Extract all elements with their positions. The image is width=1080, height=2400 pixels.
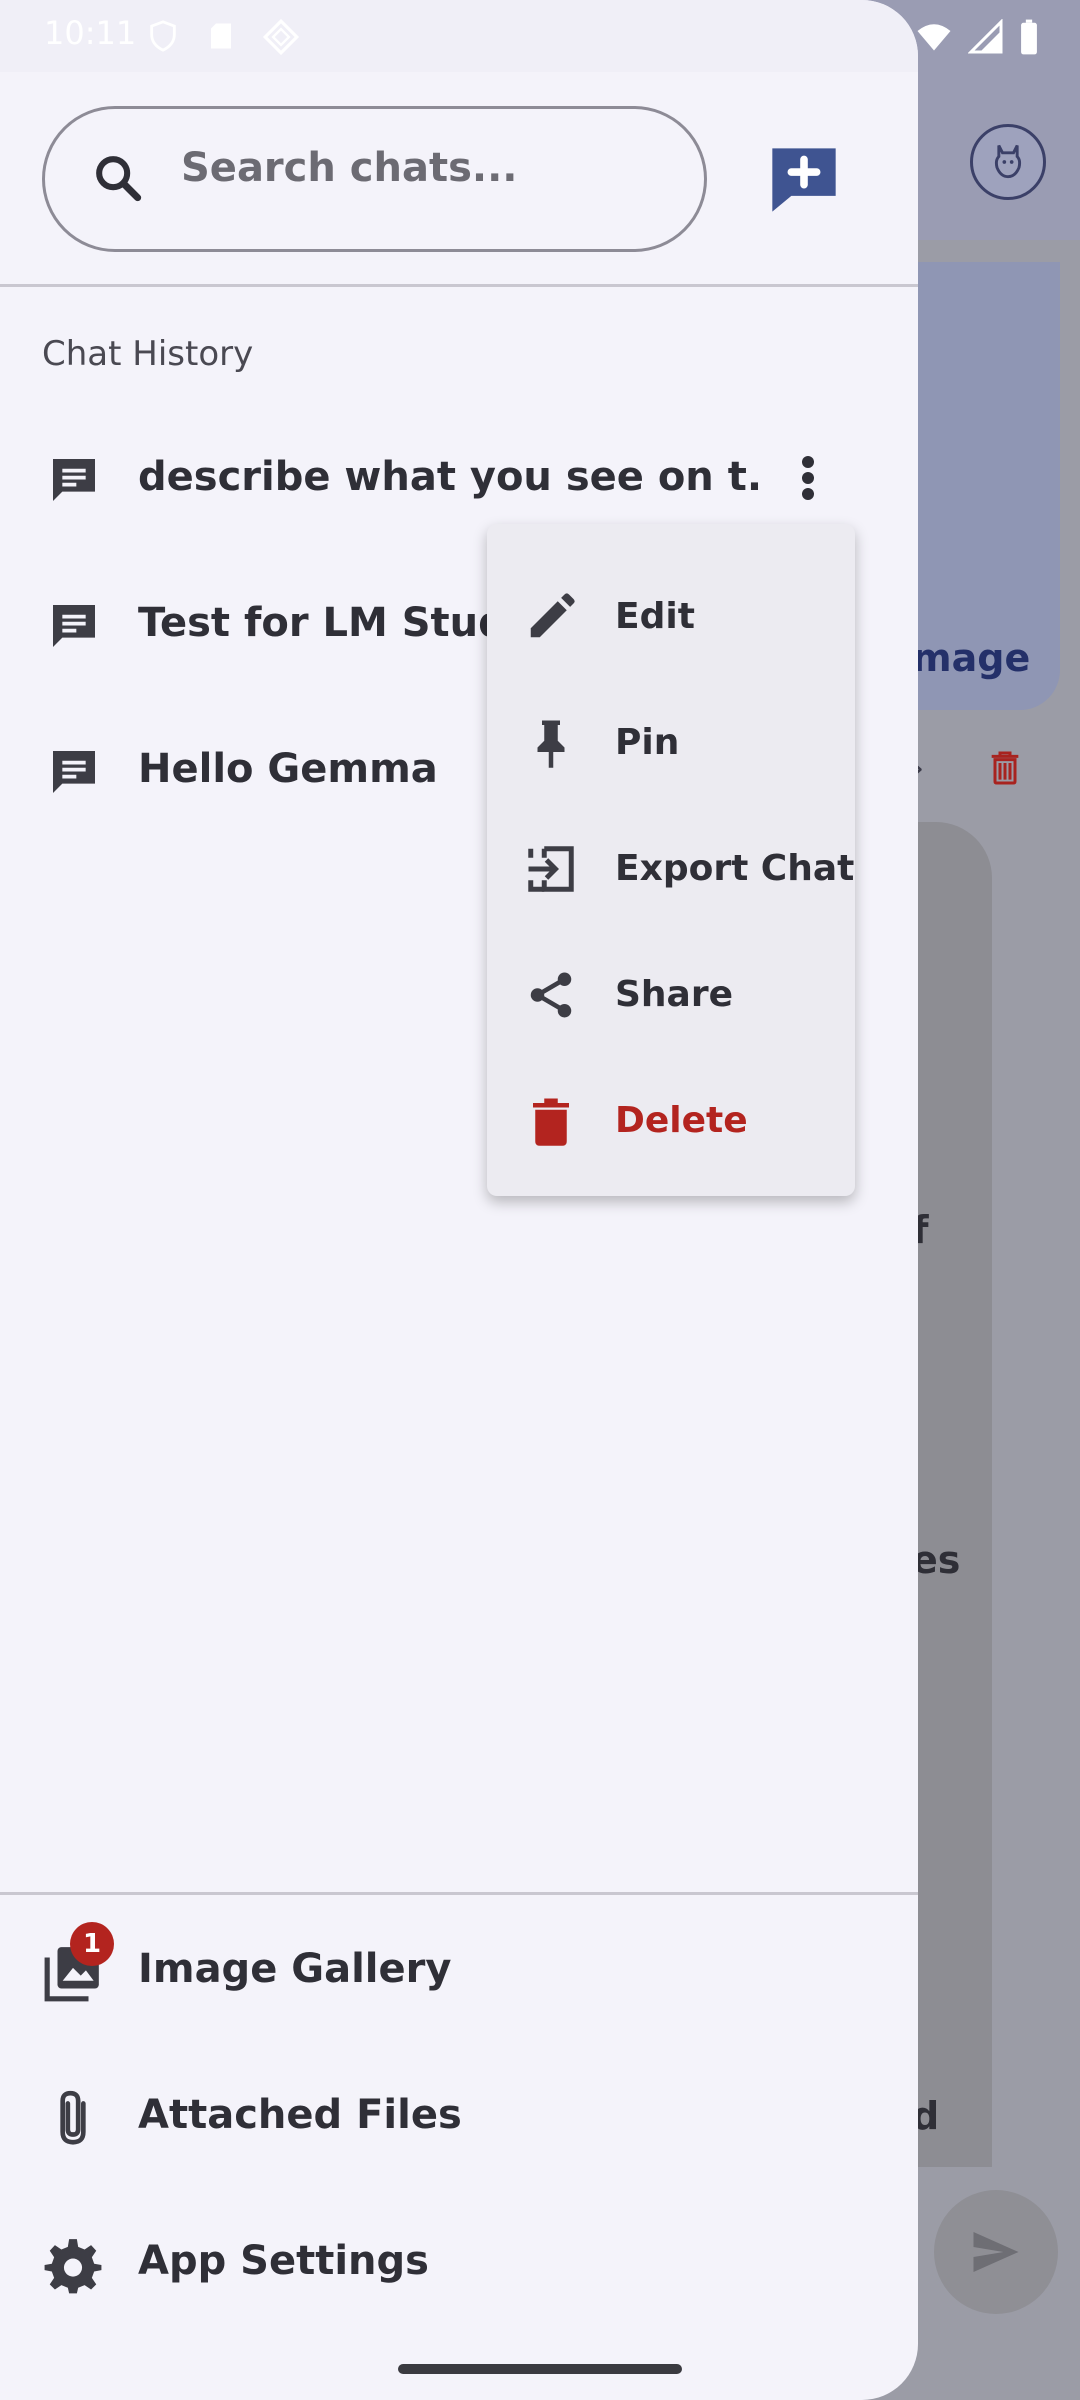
app-avatar-icon <box>970 124 1046 200</box>
more-options-icon[interactable] <box>788 448 828 508</box>
nav-label: Attached Files <box>138 2092 462 2138</box>
search-input[interactable] <box>181 145 681 191</box>
menu-item-export-chat[interactable]: Export Chat <box>487 806 855 932</box>
menu-item-edit[interactable]: Edit <box>487 554 855 680</box>
add-chat-icon <box>772 148 836 212</box>
nav-image-gallery[interactable]: 1 Image Gallery <box>0 1898 918 2044</box>
chat-icon <box>46 452 102 512</box>
pencil-icon <box>523 589 579 645</box>
nav-label: App Settings <box>138 2238 429 2284</box>
menu-item-pin[interactable]: Pin <box>487 680 855 806</box>
trash-icon <box>523 1093 579 1149</box>
gear-icon <box>42 2234 104 2296</box>
notification-badge: 1 <box>70 1922 114 1966</box>
chat-context-menu: Edit Pin Export Chat Share Delete <box>487 524 855 1196</box>
search-bar[interactable] <box>42 106 707 252</box>
divider <box>0 1892 918 1895</box>
send-icon <box>934 2190 1058 2314</box>
sd-card-icon <box>206 18 236 58</box>
battery-icon <box>1018 18 1040 60</box>
menu-label: Delete <box>615 1100 748 1141</box>
wifi-icon <box>914 19 954 59</box>
signal-icon <box>967 18 1004 59</box>
status-bar: 10:11 <box>0 0 1080 72</box>
nav-label: Image Gallery <box>138 1946 452 1992</box>
chat-icon <box>46 598 102 658</box>
menu-label: Export Chat <box>615 848 855 889</box>
nav-app-settings[interactable]: App Settings <box>0 2190 918 2336</box>
background-trash-icon <box>985 744 1025 796</box>
chat-title: Hello Gemma <box>138 746 438 792</box>
shield-icon <box>146 18 180 58</box>
paperclip-icon <box>42 2088 104 2150</box>
nav-attached-files[interactable]: Attached Files <box>0 2044 918 2190</box>
search-icon <box>91 151 147 211</box>
chat-history-label: Chat History <box>42 334 254 374</box>
status-time: 10:11 <box>44 14 137 52</box>
home-indicator[interactable] <box>398 2364 682 2374</box>
background-card-text: mage <box>912 636 1031 680</box>
diamond-app-icon <box>262 18 300 60</box>
pin-icon <box>523 715 579 771</box>
chat-title: describe what you see on t... <box>138 454 758 500</box>
new-chat-button[interactable] <box>766 142 842 218</box>
divider <box>0 284 918 287</box>
menu-label: Pin <box>615 722 680 763</box>
menu-label: Share <box>615 974 734 1015</box>
share-icon <box>523 967 579 1023</box>
menu-item-share[interactable]: Share <box>487 932 855 1058</box>
export-icon <box>523 841 579 897</box>
chat-icon <box>46 744 102 804</box>
menu-item-delete[interactable]: Delete <box>487 1058 855 1184</box>
menu-label: Edit <box>615 596 695 637</box>
navigation-drawer: Chat History describe what you see on t.… <box>0 0 918 2400</box>
background-text-fragment: es <box>912 1538 961 1582</box>
